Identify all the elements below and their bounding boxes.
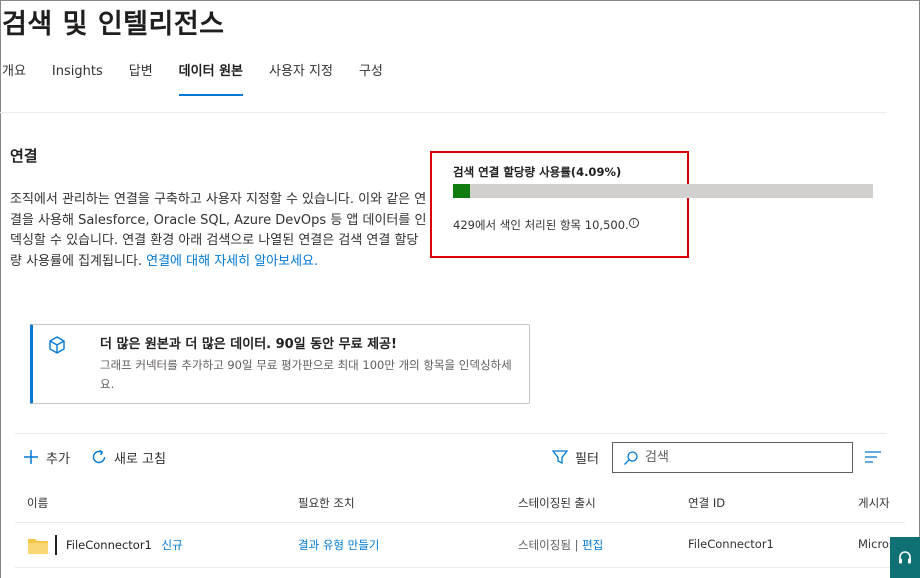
staged-label: 스테이징됨 xyxy=(518,538,571,552)
quota-title: 검색 연결 할당량 사용률(4.09%) xyxy=(453,165,622,179)
search-input[interactable] xyxy=(645,450,835,465)
filter-icon xyxy=(551,450,569,465)
connector-name[interactable]: FileConnector1 xyxy=(66,538,152,552)
menu-icon[interactable] xyxy=(864,449,882,465)
promo-title: 더 많은 원본과 더 많은 데이터. 90일 동안 무료 제공! xyxy=(100,337,397,352)
new-badge: 신규 xyxy=(161,538,183,552)
row-name[interactable]: FileConnector1 신규 xyxy=(66,537,183,553)
headset-icon xyxy=(899,550,911,563)
folder-icon xyxy=(28,539,48,554)
tab-insights[interactable]: Insights xyxy=(52,62,103,96)
help-button[interactable] xyxy=(890,537,920,578)
add-label: 추가 xyxy=(46,451,70,467)
edit-link[interactable]: 편집 xyxy=(582,538,603,552)
column-header-staged[interactable]: 스테이징된 출시 xyxy=(518,495,596,511)
column-header-connection-id[interactable]: 연결 ID xyxy=(688,495,725,511)
connection-id: FileConnector1 xyxy=(688,537,774,551)
create-result-type-link[interactable]: 결과 유형 만들기 xyxy=(298,537,379,553)
tab-bar: 개요 Insights 답변 데이터 원본 사용자 지정 구성 xyxy=(2,62,409,96)
connections-description: 조직에서 관리하는 연결을 구축하고 사용자 지정할 수 있습니다. 이와 같은… xyxy=(10,190,428,272)
filter-button[interactable]: 필터 xyxy=(551,444,599,470)
quota-panel: 검색 연결 할당량 사용률(4.09%) 429에서 색인 처리된 항목 10,… xyxy=(430,151,873,258)
add-button[interactable]: 추가 xyxy=(22,444,70,470)
promo-body: 그래프 커넥터를 추가하고 90일 무료 평가판으로 최대 100만 개의 항목… xyxy=(100,358,512,391)
quota-count-text: 429에서 색인 처리된 항목 10,500. xyxy=(453,218,629,232)
tab-overview[interactable]: 개요 xyxy=(2,62,26,96)
info-icon[interactable]: i xyxy=(628,218,639,228)
staged-status: 스테이징됨 | 편집 xyxy=(518,537,603,553)
connector-cube-icon xyxy=(49,336,65,354)
tab-data-sources[interactable]: 데이터 원본 xyxy=(178,62,244,96)
search-box[interactable] xyxy=(612,442,853,473)
connections-title: 연결 xyxy=(10,147,38,165)
column-header-name[interactable]: 이름 xyxy=(27,495,48,511)
staged-separator: | xyxy=(574,538,579,552)
refresh-icon xyxy=(92,449,106,464)
search-icon xyxy=(624,450,638,465)
refresh-button[interactable]: 새로 고침 xyxy=(90,444,166,470)
page-title: 검색 및 인텔리전스 xyxy=(2,9,225,40)
tab-customizations[interactable]: 사용자 지정 xyxy=(269,62,333,96)
learn-more-link[interactable]: 연결에 대해 자세히 알아보세요. xyxy=(146,254,318,269)
refresh-label: 새로 고침 xyxy=(114,451,166,467)
filter-label: 필터 xyxy=(575,451,599,467)
quota-progress-bar xyxy=(453,184,873,198)
plus-icon xyxy=(24,450,38,464)
tab-configurations[interactable]: 구성 xyxy=(359,62,383,96)
quota-count: 429에서 색인 처리된 항목 10,500. i xyxy=(453,217,639,233)
quota-progress-fill xyxy=(453,184,471,198)
toolbar-divider xyxy=(15,433,887,434)
column-header-publisher[interactable]: 게시자 xyxy=(858,495,890,511)
column-header-action[interactable]: 필요한 조치 xyxy=(298,495,355,511)
promo-banner: 더 많은 원본과 더 많은 데이터. 90일 동안 무료 제공! 그래프 커넥터… xyxy=(30,324,530,404)
tabs-divider xyxy=(0,112,887,113)
row-selection-marker xyxy=(55,535,57,555)
row-divider xyxy=(15,567,905,568)
tab-answers[interactable]: 답변 xyxy=(129,62,153,96)
